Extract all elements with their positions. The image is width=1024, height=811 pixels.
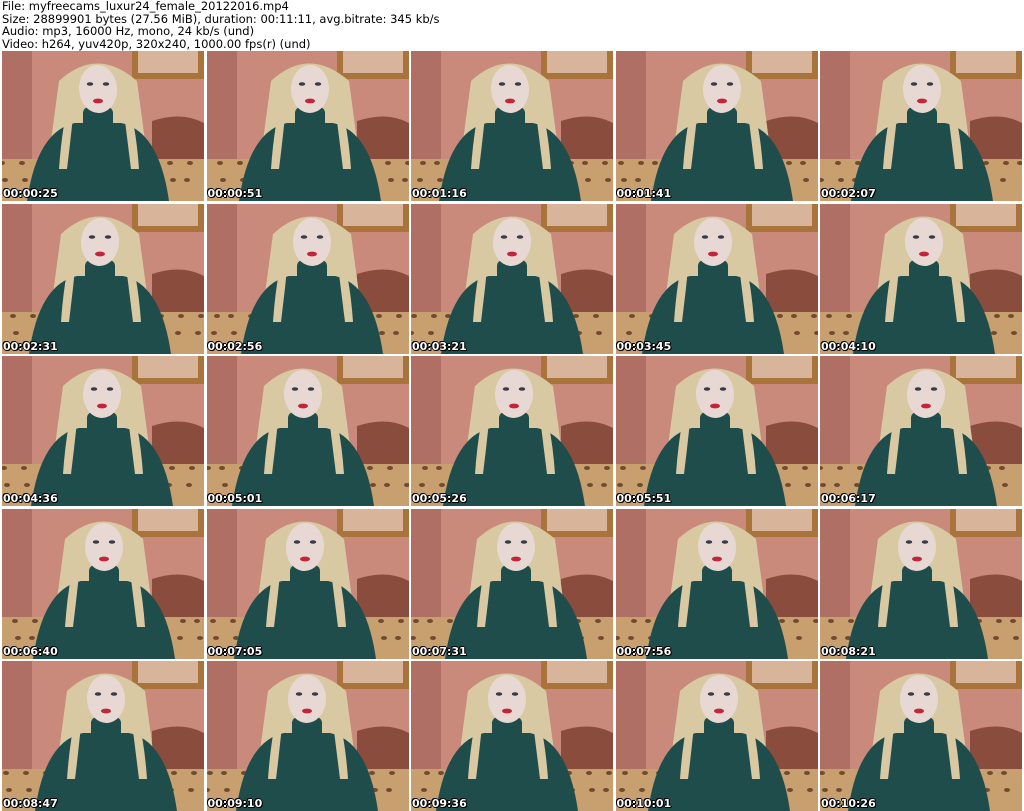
video-thumbnail: 00:07:56 [615, 508, 818, 659]
thumbnail-timestamp: 00:08:47 [3, 797, 58, 810]
thumbnail-timestamp: 00:05:26 [412, 492, 467, 505]
video-thumbnail: 00:01:41 [615, 51, 818, 201]
thumbnail-timestamp: 00:06:17 [821, 492, 876, 505]
video-thumbnail: 00:04:10 [820, 203, 1022, 354]
thumbnail-timestamp: 00:03:21 [412, 339, 467, 353]
webcam-frame-image [411, 51, 613, 201]
video-thumbnail: 00:05:51 [615, 356, 818, 506]
video-thumbnail: 00:02:07 [820, 51, 1022, 201]
thumbnail-timestamp: 00:01:16 [412, 187, 467, 200]
webcam-frame-image [615, 203, 818, 354]
thumbnail-timestamp: 00:01:41 [616, 187, 672, 200]
thumbnail-timestamp: 00:00:25 [3, 187, 58, 200]
webcam-frame-image [411, 203, 613, 354]
video-thumbnail: 00:08:47 [2, 661, 204, 811]
video-thumbnail: 00:07:31 [411, 508, 613, 659]
thumbnail-timestamp: 00:05:51 [616, 492, 672, 505]
webcam-frame-image [820, 51, 1022, 201]
video-thumbnail: 00:02:31 [2, 203, 204, 354]
audio-info-line: Audio: mp3, 16000 Hz, mono, 24 kb/s (und… [2, 24, 255, 38]
webcam-frame-image [2, 203, 204, 354]
thumbnail-timestamp: 00:07:56 [616, 644, 672, 658]
thumbnail-timestamp: 00:02:07 [821, 187, 876, 200]
thumbnail-timestamp: 00:10:26 [821, 797, 876, 810]
thumbnail-timestamp: 00:04:36 [3, 492, 58, 505]
webcam-frame-image [820, 356, 1022, 506]
video-thumbnail: 00:04:36 [2, 356, 204, 506]
video-thumbnail: 00:00:25 [2, 51, 204, 201]
video-thumbnail: 00:00:51 [206, 51, 409, 201]
video-thumbnail: 00:02:56 [206, 203, 409, 354]
webcam-frame-image [411, 661, 613, 811]
webcam-frame-image [2, 661, 204, 811]
webcam-frame-image [411, 356, 613, 506]
webcam-frame-image [615, 508, 818, 659]
webcam-frame-image [206, 356, 409, 506]
video-thumbnail: 00:03:21 [411, 203, 613, 354]
webcam-frame-image [615, 661, 818, 811]
file-name-line: File: myfreecams_luxur24_female_20122016… [2, 0, 289, 13]
video-thumbnail: 00:06:17 [820, 356, 1022, 506]
thumbnail-timestamp: 00:09:36 [412, 797, 467, 810]
thumbnail-timestamp: 00:06:40 [3, 644, 58, 658]
video-thumbnail: 00:08:21 [820, 508, 1022, 659]
webcam-frame-image [411, 508, 613, 659]
thumbnail-timestamp: 00:09:10 [207, 797, 263, 810]
webcam-frame-image [820, 661, 1022, 811]
webcam-frame-image [206, 661, 409, 811]
video-thumbnail: 00:03:45 [615, 203, 818, 354]
webcam-frame-image [206, 508, 409, 659]
thumbnail-timestamp: 00:02:31 [3, 339, 58, 353]
video-info-line: Video: h264, yuv420p, 320x240, 1000.00 f… [2, 36, 311, 51]
video-thumbnail: 00:01:16 [411, 51, 613, 201]
thumbnail-timestamp: 00:03:45 [616, 339, 672, 353]
webcam-frame-image [615, 51, 818, 201]
webcam-frame-image [206, 203, 409, 354]
thumbnail-timestamp: 00:04:10 [821, 339, 876, 353]
webcam-frame-image [2, 51, 204, 201]
webcam-frame-image [615, 356, 818, 506]
webcam-frame-image [2, 508, 204, 659]
video-thumbnail: 00:05:26 [411, 356, 613, 506]
thumbnail-timestamp: 00:05:01 [207, 492, 263, 505]
webcam-frame-image [820, 203, 1022, 354]
video-thumbnail: 00:05:01 [206, 356, 409, 506]
video-info-header: File: myfreecams_luxur24_female_20122016… [2, 0, 1022, 50]
video-thumbnail: 00:09:10 [206, 661, 409, 811]
video-thumbnail: 00:06:40 [2, 508, 204, 659]
webcam-frame-image [206, 51, 409, 201]
thumbnail-timestamp: 00:00:51 [207, 187, 263, 200]
video-thumbnail: 00:10:01 [615, 661, 818, 811]
video-thumbnail: 00:07:05 [206, 508, 409, 659]
thumbnail-timestamp: 00:02:56 [207, 339, 263, 353]
thumbnail-timestamp: 00:10:01 [616, 797, 672, 810]
thumbnail-timestamp: 00:07:31 [412, 644, 467, 658]
webcam-frame-image [820, 508, 1022, 659]
thumbnail-timestamp: 00:08:21 [821, 644, 876, 658]
video-thumbnail: 00:10:26 [820, 661, 1022, 811]
webcam-frame-image [2, 356, 204, 506]
thumbnail-timestamp: 00:07:05 [207, 644, 263, 658]
thumbnail-grid: 00:00:25 00:00:51 00:01:16 00:01:41 00:02:07… [2, 51, 1022, 811]
video-thumbnail: 00:09:36 [411, 661, 613, 811]
